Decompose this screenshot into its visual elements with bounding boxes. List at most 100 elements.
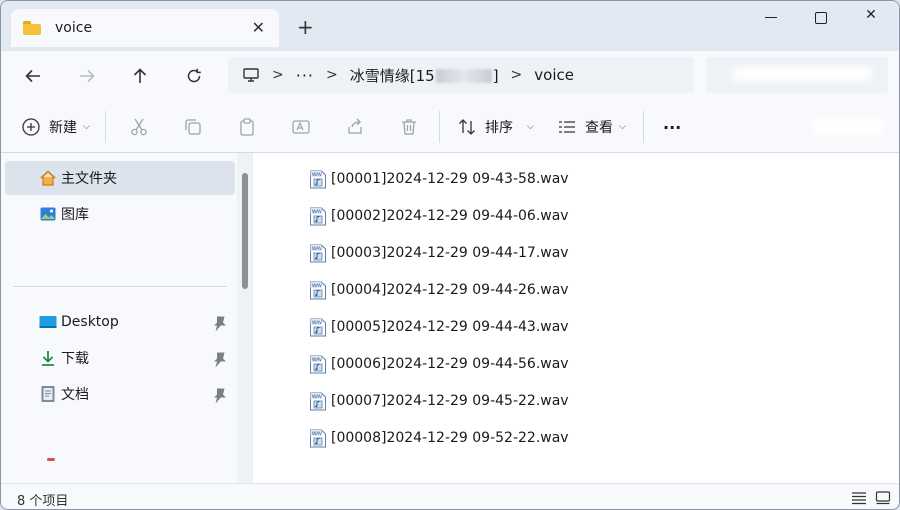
tab-voice[interactable]: voice ✕ [11, 9, 279, 47]
view-list-icon [559, 121, 575, 133]
tab-title: voice [55, 20, 93, 36]
chevron-down-icon: ⌵ [619, 122, 626, 132]
file-list: WAV [00001]2024-12-29 09-43-58.wav WAV [000… [253, 153, 899, 483]
svg-text:WAV: WAV [312, 172, 323, 178]
new-tab-button[interactable]: + [297, 15, 314, 39]
view-button-label: 查看 [585, 120, 613, 136]
sidebar-item-home[interactable]: 主文件夹 [5, 161, 235, 195]
file-name: [00008]2024-12-29 09-52-22.wav [331, 430, 569, 446]
file-name: [00001]2024-12-29 09-43-58.wav [331, 171, 569, 187]
document-icon [41, 386, 55, 402]
list-item[interactable]: WAV [00007]2024-12-29 09-45-22.wav [309, 390, 569, 412]
sidebar-item-label: 图库 [61, 207, 89, 223]
list-item[interactable]: WAV [00003]2024-12-29 09-44-17.wav [309, 242, 569, 264]
sidebar-item-label: 下载 [61, 351, 89, 367]
refresh-icon [187, 68, 201, 83]
redacted-search-placeholder [732, 67, 872, 81]
gallery-icon [40, 207, 56, 221]
folder-icon [23, 21, 41, 35]
rename-button[interactable] [291, 114, 311, 140]
share-button[interactable] [345, 114, 365, 140]
pin-icon[interactable] [211, 315, 229, 333]
sort-button-label: 排序 [485, 120, 513, 136]
breadcrumb-current[interactable]: voice [534, 66, 574, 84]
scrollbar-thumb[interactable] [242, 173, 248, 289]
more-options-button[interactable]: ··· [663, 114, 681, 140]
tab-close-icon[interactable]: ✕ [252, 18, 265, 37]
audio-file-icon: WAV [309, 318, 327, 337]
cut-button[interactable] [129, 114, 149, 140]
forward-button[interactable] [74, 63, 100, 89]
svg-text:WAV: WAV [312, 320, 323, 326]
computer-icon [243, 68, 259, 82]
audio-file-icon: WAV [309, 355, 327, 374]
sidebar-item-documents[interactable]: 文档 [5, 377, 235, 411]
close-window-button[interactable]: ✕ [851, 7, 891, 29]
home-icon [40, 170, 56, 186]
sidebar-divider [13, 286, 227, 287]
delete-button[interactable] [399, 114, 419, 140]
sidebar-item-desktop[interactable]: Desktop [5, 305, 235, 339]
sidebar-item-label: 文档 [61, 387, 89, 403]
arrow-left-icon [25, 69, 40, 83]
list-item[interactable]: WAV [00002]2024-12-29 09-44-06.wav [309, 205, 569, 227]
toolbar-divider [643, 111, 644, 143]
pin-icon[interactable] [211, 351, 229, 369]
up-button[interactable] [127, 63, 153, 89]
svg-text:WAV: WAV [312, 394, 323, 400]
toolbar-divider [439, 111, 440, 143]
rename-icon [292, 120, 310, 134]
svg-text:WAV: WAV [312, 283, 323, 289]
view-button[interactable]: 查看 ⌵ [557, 114, 626, 140]
breadcrumb-chevron: > [272, 67, 284, 83]
breadcrumb-overflow[interactable]: ··· [296, 66, 314, 85]
sort-button[interactable]: 排序 ⌵ [457, 114, 534, 140]
file-name: [00006]2024-12-29 09-44-56.wav [331, 356, 569, 372]
copy-icon [185, 119, 201, 135]
desktop-icon [39, 316, 57, 328]
list-item[interactable]: WAV [00005]2024-12-29 09-44-43.wav [309, 316, 569, 338]
file-name: [00002]2024-12-29 09-44-06.wav [331, 208, 569, 224]
list-item[interactable]: WAV [00004]2024-12-29 09-44-26.wav [309, 279, 569, 301]
tiles-view-button[interactable] [875, 490, 891, 505]
breadcrumb-chevron: > [510, 67, 523, 83]
sidebar-scrollbar[interactable] [237, 153, 253, 483]
redacted-text [435, 69, 492, 83]
arrow-right-icon [80, 69, 95, 83]
arrow-up-icon [133, 68, 147, 83]
sidebar-item-downloads[interactable]: 下载 [5, 341, 235, 375]
search-input[interactable] [706, 57, 888, 93]
navigation-bar: > ··· > 冰雪情缘[15] > voice [1, 51, 899, 101]
paste-button[interactable] [237, 114, 257, 140]
maximize-button[interactable] [801, 7, 841, 29]
details-view-button[interactable] [851, 490, 867, 505]
list-item[interactable]: WAV [00006]2024-12-29 09-44-56.wav [309, 353, 569, 375]
audio-file-icon: WAV [309, 207, 327, 226]
minimize-button[interactable] [751, 7, 791, 29]
list-item[interactable]: WAV [00008]2024-12-29 09-52-22.wav [309, 427, 569, 449]
file-name: [00003]2024-12-29 09-44-17.wav [331, 245, 569, 261]
svg-text:WAV: WAV [312, 431, 323, 437]
copy-button[interactable] [183, 114, 203, 140]
sort-icon [459, 119, 475, 135]
audio-file-icon: WAV [309, 244, 327, 263]
plus-circle-icon [22, 118, 40, 136]
refresh-button[interactable] [181, 63, 207, 89]
svg-text:WAV: WAV [312, 209, 323, 215]
title-bar: voice ✕ + ✕ [1, 1, 899, 51]
pin-icon[interactable] [211, 387, 229, 405]
sidebar-item-label: 主文件夹 [61, 171, 117, 187]
breadcrumb-parent-tail: ] [492, 66, 499, 85]
sidebar-item-label: Desktop [61, 314, 119, 330]
address-bar[interactable]: > ··· > 冰雪情缘[15] > voice [228, 57, 694, 93]
new-button[interactable]: 新建 ⌵ [21, 114, 90, 140]
sidebar-item-gallery[interactable]: 图库 [5, 197, 235, 231]
file-name: [00005]2024-12-29 09-44-43.wav [331, 319, 569, 335]
trash-icon [402, 119, 416, 135]
list-item[interactable]: WAV [00001]2024-12-29 09-43-58.wav [309, 168, 569, 190]
audio-file-icon: WAV [309, 429, 327, 448]
back-button[interactable] [20, 63, 46, 89]
breadcrumb-parent[interactable]: 冰雪情缘[15] [350, 65, 499, 86]
clipboard-icon [240, 118, 254, 136]
svg-text:WAV: WAV [312, 246, 323, 252]
